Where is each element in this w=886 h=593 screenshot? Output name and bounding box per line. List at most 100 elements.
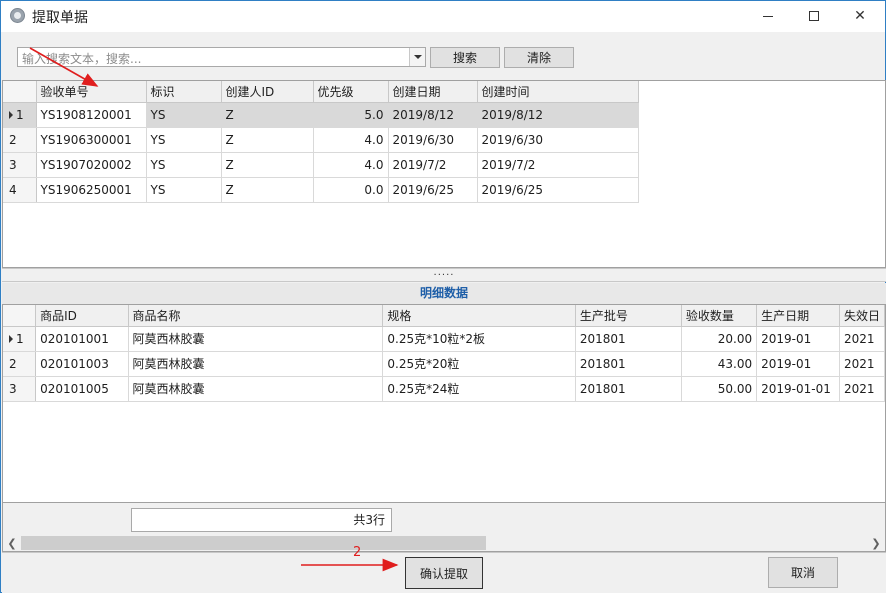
window-title: 提取单据 xyxy=(32,10,88,26)
grid-cell[interactable]: 2021 xyxy=(839,326,885,352)
column-header[interactable]: 商品名称 xyxy=(128,305,384,327)
grid-cell[interactable]: YS1906250001 xyxy=(36,177,147,203)
grid-cell[interactable]: 2019/8/12 xyxy=(477,102,639,128)
grid-cell[interactable]: 2019/7/2 xyxy=(388,152,478,178)
grid-cell[interactable]: 阿莫西林胶囊 xyxy=(128,326,384,352)
grid-cell[interactable]: 2019-01-01 xyxy=(756,376,840,402)
horizontal-scrollbar[interactable]: ❮ ❯ xyxy=(2,535,886,552)
search-button[interactable]: 搜索 xyxy=(430,47,500,68)
grid-cell[interactable]: YS xyxy=(146,152,222,178)
grid-cell[interactable]: Z xyxy=(221,177,314,203)
grid-cell[interactable]: 0.25克*10粒*2板 xyxy=(382,326,576,352)
grid-cell[interactable]: 阿莫西林胶囊 xyxy=(128,351,384,377)
grid-cell[interactable]: 43.00 xyxy=(681,351,758,377)
scroll-left-icon[interactable]: ❮ xyxy=(5,535,19,551)
row-indicator[interactable]: 3 xyxy=(3,376,37,402)
row-indicator[interactable]: 3 xyxy=(3,152,37,178)
grid-cell[interactable]: Z xyxy=(221,152,314,178)
grid-cell[interactable]: YS xyxy=(146,127,222,153)
row-indicator-header xyxy=(3,81,37,103)
grid-cell[interactable]: 阿莫西林胶囊 xyxy=(128,376,384,402)
grid-cell[interactable]: 2019/7/2 xyxy=(477,152,639,178)
grid-cell[interactable]: YS1908120001 xyxy=(36,102,147,128)
column-header[interactable]: 创建时间 xyxy=(477,81,639,103)
grid-cell[interactable]: YS1907020002 xyxy=(36,152,147,178)
grid-cell[interactable]: 2019/6/25 xyxy=(388,177,478,203)
column-header[interactable]: 标识 xyxy=(146,81,222,103)
row-count-summary: 共3行 xyxy=(131,508,392,532)
minimize-button[interactable] xyxy=(745,1,791,31)
grid-cell[interactable]: 2021 xyxy=(839,376,885,402)
master-grid[interactable]: 验收单号 标识 创建人ID 优先级 创建日期 创建时间 1 YS19081200… xyxy=(2,80,886,268)
grid-cell[interactable]: 0.25克*24粒 xyxy=(382,376,576,402)
row-indicator[interactable]: 4 xyxy=(3,177,37,203)
grid-cell[interactable]: 020101005 xyxy=(35,376,129,402)
column-header[interactable]: 验收数量 xyxy=(681,305,758,327)
column-header[interactable]: 生产批号 xyxy=(575,305,682,327)
title-bar: 提取单据 ✕ xyxy=(1,1,885,32)
column-header[interactable]: 失效日 xyxy=(839,305,885,327)
grid-cell[interactable]: 20.00 xyxy=(681,326,758,352)
grid-cell[interactable]: 2021 xyxy=(839,351,885,377)
table-row[interactable]: 1 YS1908120001 YS Z 5.0 2019/8/12 2019/8… xyxy=(3,102,639,128)
grid-cell[interactable]: 2019/6/25 xyxy=(477,177,639,203)
row-indicator[interactable]: 1 xyxy=(3,102,37,128)
row-indicator[interactable]: 2 xyxy=(3,127,37,153)
grid-cell[interactable]: 020101003 xyxy=(35,351,129,377)
confirm-extract-button[interactable]: 确认提取 xyxy=(405,557,483,589)
grid-cell[interactable]: YS1906300001 xyxy=(36,127,147,153)
grid-cell[interactable]: 50.00 xyxy=(681,376,758,402)
row-indicator[interactable]: 2 xyxy=(3,351,37,377)
grid-cell[interactable]: 2019-01 xyxy=(756,351,840,377)
clear-button[interactable]: 清除 xyxy=(504,47,574,68)
grid-cell[interactable]: 2019/8/12 xyxy=(388,102,478,128)
grid-cell[interactable]: 2019-01 xyxy=(756,326,840,352)
grid-cell[interactable]: 020101001 xyxy=(35,326,129,352)
column-header[interactable]: 生产日期 xyxy=(756,305,840,327)
current-row-icon xyxy=(9,111,13,119)
grid-cell[interactable]: 2019/6/30 xyxy=(477,127,639,153)
master-header-row: 验收单号 标识 创建人ID 优先级 创建日期 创建时间 xyxy=(3,81,639,103)
row-indicator[interactable]: 1 xyxy=(3,326,37,352)
grid-cell[interactable]: Z xyxy=(221,102,314,128)
search-input[interactable]: 输入搜索文本，搜索... xyxy=(17,47,426,67)
grid-cell[interactable]: 0.0 xyxy=(313,177,389,203)
grid-footer: 共3行 xyxy=(2,503,886,535)
grid-cell[interactable]: 201801 xyxy=(575,351,682,377)
scroll-right-icon[interactable]: ❯ xyxy=(869,535,883,551)
scrollbar-thumb[interactable] xyxy=(21,536,486,550)
grid-cell[interactable]: 2019/6/30 xyxy=(388,127,478,153)
maximize-button[interactable] xyxy=(791,1,837,31)
panel-splitter[interactable]: ..... xyxy=(2,268,886,282)
detail-table: 商品ID 商品名称 规格 生产批号 验收数量 生产日期 失效日 1 020101… xyxy=(3,305,885,402)
detail-grid[interactable]: 商品ID 商品名称 规格 生产批号 验收数量 生产日期 失效日 1 020101… xyxy=(2,304,886,503)
table-row[interactable]: 3 YS1907020002 YS Z 4.0 2019/7/2 2019/7/… xyxy=(3,152,639,178)
grid-cell[interactable]: 4.0 xyxy=(313,127,389,153)
grid-cell[interactable]: Z xyxy=(221,127,314,153)
cancel-button[interactable]: 取消 xyxy=(768,557,838,588)
detail-header-row: 商品ID 商品名称 规格 生产批号 验收数量 生产日期 失效日 xyxy=(3,305,885,327)
table-row[interactable]: 1 020101001 阿莫西林胶囊 0.25克*10粒*2板 201801 2… xyxy=(3,326,885,352)
detail-section-title: 明细数据 xyxy=(2,283,886,304)
column-header[interactable]: 创建日期 xyxy=(388,81,478,103)
column-header[interactable]: 创建人ID xyxy=(221,81,314,103)
table-row[interactable]: 2 YS1906300001 YS Z 4.0 2019/6/30 2019/6… xyxy=(3,127,639,153)
chevron-down-icon xyxy=(413,55,422,59)
combo-dropdown-button[interactable] xyxy=(409,48,425,66)
column-header[interactable]: 优先级 xyxy=(313,81,389,103)
grid-cell[interactable]: 4.0 xyxy=(313,152,389,178)
grid-cell[interactable]: 5.0 xyxy=(313,102,389,128)
grid-cell[interactable]: 201801 xyxy=(575,326,682,352)
minimize-icon xyxy=(763,15,773,17)
close-button[interactable]: ✕ xyxy=(837,1,883,31)
table-row[interactable]: 4 YS1906250001 YS Z 0.0 2019/6/25 2019/6… xyxy=(3,177,639,203)
column-header[interactable]: 验收单号 xyxy=(36,81,147,103)
grid-cell[interactable]: 201801 xyxy=(575,376,682,402)
grid-cell[interactable]: YS xyxy=(146,102,222,128)
table-row[interactable]: 3 020101005 阿莫西林胶囊 0.25克*24粒 201801 50.0… xyxy=(3,376,885,402)
column-header[interactable]: 规格 xyxy=(382,305,576,327)
grid-cell[interactable]: YS xyxy=(146,177,222,203)
grid-cell[interactable]: 0.25克*20粒 xyxy=(382,351,576,377)
column-header[interactable]: 商品ID xyxy=(35,305,129,327)
table-row[interactable]: 2 020101003 阿莫西林胶囊 0.25克*20粒 201801 43.0… xyxy=(3,351,885,377)
